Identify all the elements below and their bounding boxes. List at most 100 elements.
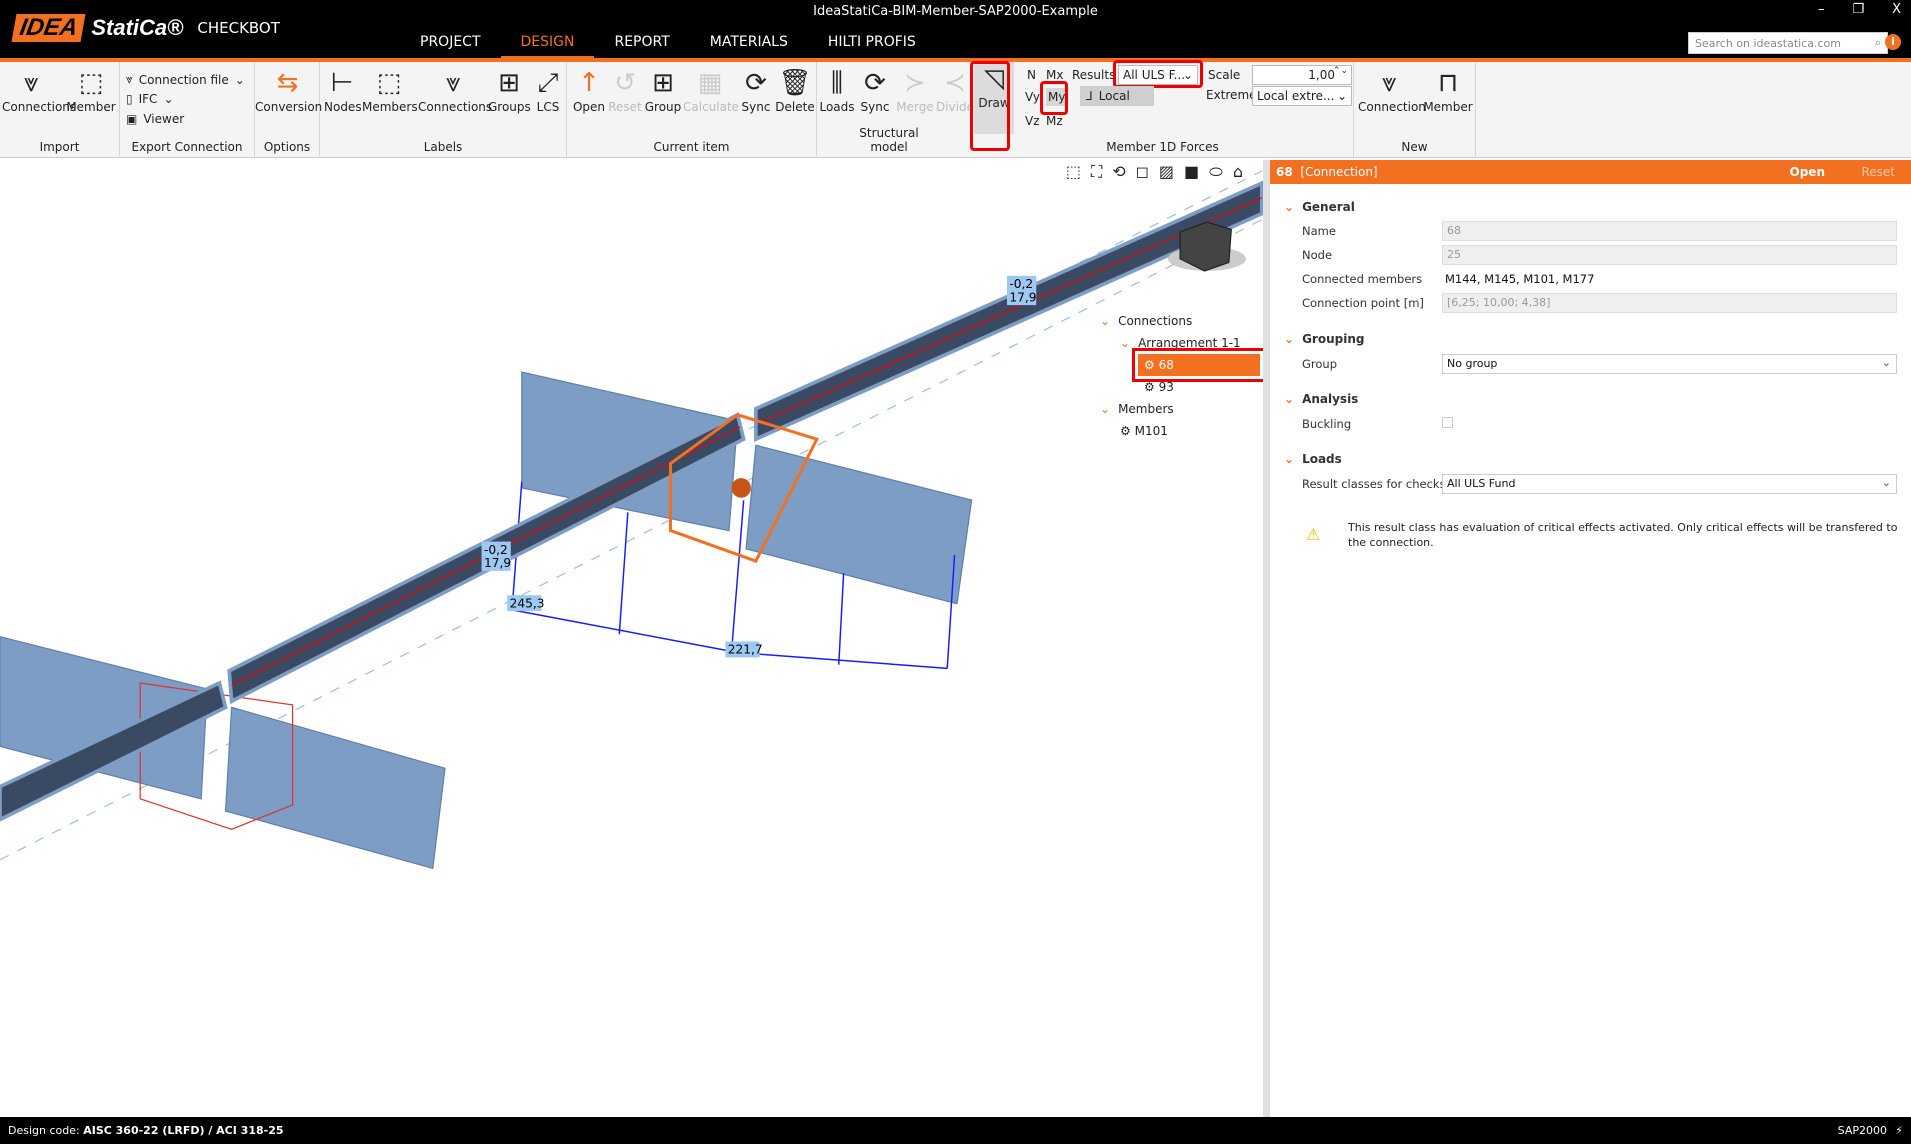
viewer-button[interactable]: ▣ Viewer: [126, 112, 184, 126]
section-icon[interactable]: ⬭: [1209, 162, 1223, 182]
group-label: Structural model: [859, 126, 919, 154]
scale-input[interactable]: 1,00 ⌃⌄: [1252, 65, 1352, 85]
sync-button[interactable]: ⟳ Sync: [737, 66, 775, 114]
lcs-button[interactable]: ⤢ LCS: [532, 66, 564, 114]
tree-item-m101[interactable]: ⚙ M101: [1100, 420, 1260, 442]
connection-point-field: [6,25; 10,00; 4,38]: [1442, 293, 1897, 313]
extreme-label: Extreme: [1206, 88, 1257, 102]
structural-sync-button[interactable]: ⟳ Sync: [857, 66, 893, 114]
open-link[interactable]: Open: [1790, 160, 1825, 184]
title-bar: IdeaStatiCa-BIM-Member-SAP2000-Example I…: [0, 0, 1911, 59]
search-input[interactable]: Search on ideastatica.com ⌕: [1688, 32, 1888, 54]
name-field: 68: [1442, 221, 1897, 241]
force-n[interactable]: N: [1027, 68, 1036, 82]
tab-hilti-profis[interactable]: HILTI PROFIS: [808, 30, 936, 59]
transparent-icon[interactable]: ▨: [1159, 162, 1174, 182]
highlight-results: [1113, 60, 1203, 88]
home-icon[interactable]: ⌂: [1233, 162, 1243, 182]
node-label: Node: [1302, 248, 1333, 262]
groups-button[interactable]: ⊞ Groups: [488, 66, 531, 114]
calculate-button[interactable]: ▦ Calculate: [683, 66, 739, 114]
ifc-button[interactable]: ▯ IFC ⌄: [126, 92, 174, 106]
search-placeholder: Search on ideastatica.com: [1695, 37, 1841, 50]
beam-lower-left-b: [224, 706, 446, 870]
import-member-button[interactable]: ⬚ Member: [64, 66, 118, 114]
local-toggle[interactable]: ⅃ Local: [1080, 86, 1154, 106]
chevron-down-icon: ⌄: [1336, 89, 1347, 103]
reset-link[interactable]: Reset: [1861, 160, 1895, 184]
group-label: Export Connection: [131, 140, 243, 154]
force-vz[interactable]: Vz: [1025, 114, 1040, 128]
group-import: ⩔ Connections ⬚ Member Import: [0, 62, 120, 158]
tree-item-68[interactable]: ⚙ 68: [1132, 348, 1263, 382]
group-label: New: [1401, 140, 1428, 154]
tree-arrangement[interactable]: ⌄ Arrangement 1-1: [1100, 332, 1260, 354]
chevron-down-icon: ⌄: [1120, 336, 1131, 350]
beam-cross-b: [745, 444, 973, 605]
force-mz[interactable]: Mz: [1046, 114, 1063, 128]
tab-design[interactable]: DESIGN: [500, 30, 595, 59]
connections-label-button[interactable]: ⩔ Connections: [418, 66, 492, 114]
members-button[interactable]: ⬚ Members: [362, 66, 418, 114]
value-label-middle: -0,2 17,9: [484, 543, 511, 570]
reset-icon: ↺: [614, 68, 636, 98]
group-member-1d-forces: ◹ Draw N Mx Vy My Vz Mz Results All ULS F…: [970, 60, 1354, 158]
connection-tree: ⌄ Connections ⌄ Arrangement 1-1 ⚙ 68 ⚙ 93 …: [1100, 310, 1263, 442]
section-analysis[interactable]: ⌄ Analysis: [1284, 392, 1358, 406]
group-options: ⇆ Conversion Options: [255, 62, 322, 158]
group-select[interactable]: No group ⌄: [1442, 354, 1897, 374]
section-loads[interactable]: ⌄ Loads: [1284, 452, 1342, 466]
tab-materials[interactable]: MATERIALS: [690, 30, 808, 59]
tree-members[interactable]: ⌄ Members: [1100, 398, 1260, 420]
minimize-button[interactable]: –: [1818, 2, 1825, 17]
divide-button[interactable]: ≺ Divide: [935, 66, 975, 114]
new-connection-button[interactable]: ⩔ Connection: [1358, 66, 1426, 114]
group-button[interactable]: ⊞ Group: [643, 66, 683, 114]
tree-connections[interactable]: ⌄ Connections: [1100, 310, 1260, 332]
conversion-button[interactable]: ⇆ Conversion: [255, 66, 322, 114]
gear-icon: ⚙: [1120, 424, 1131, 438]
connection-type: [Connection]: [1300, 165, 1378, 179]
section-grouping[interactable]: ⌄ Grouping: [1284, 332, 1364, 346]
select-icon[interactable]: ⬚: [1066, 162, 1081, 182]
rotate-icon[interactable]: ⟲: [1112, 162, 1125, 182]
buckling-checkbox[interactable]: [1442, 417, 1453, 428]
loads-button[interactable]: ⫼ Loads: [819, 66, 855, 114]
model-scene[interactable]: -0,2 17,9 -0,2 17,9 245,3 221,7: [0, 160, 1263, 1117]
force-mx[interactable]: Mx: [1046, 68, 1063, 82]
new-member-button[interactable]: ⊓ Member: [1422, 66, 1474, 114]
chevron-down-icon: ⌄: [1100, 402, 1111, 416]
sync-icon: ⟳: [864, 68, 886, 98]
tree-item-93[interactable]: ⚙ 93: [1100, 376, 1260, 398]
section-general[interactable]: ⌄ General: [1284, 200, 1355, 214]
divide-icon: ≺: [944, 68, 966, 98]
open-button[interactable]: ↑ Open: [571, 66, 607, 114]
solid-icon[interactable]: ■: [1184, 162, 1199, 182]
connections-import-icon: ⩔: [23, 68, 39, 98]
reset-button[interactable]: ↺ Reset: [607, 66, 643, 114]
merge-button[interactable]: ≻ Merge: [895, 66, 935, 114]
nodes-button[interactable]: ⊢ Nodes: [324, 66, 362, 114]
delete-button[interactable]: 🗑 Delete: [775, 66, 815, 114]
trash-icon: 🗑: [778, 68, 812, 98]
open-icon: ↑: [578, 68, 600, 98]
tab-project[interactable]: PROJECT: [400, 30, 501, 59]
tab-report[interactable]: REPORT: [594, 30, 689, 59]
group-label: Current item: [653, 140, 730, 154]
extreme-select[interactable]: Local extre... ⌄: [1252, 86, 1352, 106]
panel-splitter[interactable]: [1263, 160, 1270, 1117]
wireframe-icon[interactable]: ◻: [1136, 162, 1149, 182]
restore-button[interactable]: ❐: [1852, 2, 1864, 17]
connected-members-label: Connected members: [1302, 272, 1423, 286]
design-code-value: AISC 360-22 (LRFD) / ACI 318-25: [83, 1124, 284, 1137]
result-classes-select[interactable]: All ULS Fund ⌄: [1442, 474, 1897, 494]
zoom-extents-icon[interactable]: ⛶: [1091, 162, 1102, 182]
product-name: CHECKBOT: [197, 19, 280, 37]
info-icon[interactable]: i: [1885, 34, 1901, 50]
force-vy[interactable]: Vy: [1025, 90, 1040, 104]
import-connections-button[interactable]: ⩔ Connections: [2, 66, 76, 114]
close-button[interactable]: X: [1892, 2, 1901, 17]
connection-file-button[interactable]: ⩔ Connection file ⌄: [126, 72, 245, 87]
3d-viewport[interactable]: -0,2 17,9 -0,2 17,9 245,3 221,7 ⬚ ⛶ ⟲ ◻ ▨ …: [0, 160, 1263, 1117]
result-classes-label: Result classes for checks: [1302, 477, 1446, 491]
